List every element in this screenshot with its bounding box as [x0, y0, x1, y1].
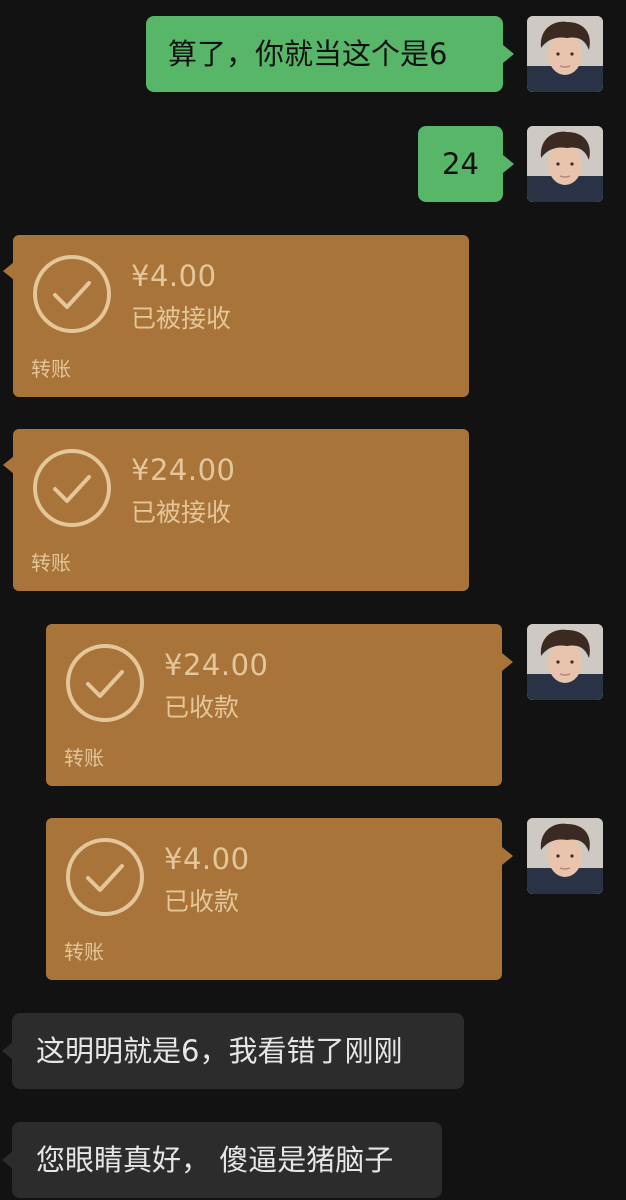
- transfer-amount: ¥4.00: [131, 259, 217, 293]
- transfer-card[interactable]: ¥4.00 已被接收 转账: [13, 235, 469, 397]
- transfer-label: 转账: [31, 357, 71, 381]
- transfer-amount: ¥24.00: [164, 648, 269, 682]
- bubble-tail: [503, 155, 514, 173]
- message-text: 算了，你就当这个是6: [168, 37, 448, 71]
- sent-message-bubble[interactable]: 算了，你就当这个是6: [146, 16, 503, 92]
- check-circle-icon: [66, 644, 144, 722]
- transfer-label: 转账: [64, 746, 104, 770]
- transfer-amount: ¥24.00: [131, 453, 236, 487]
- bubble-tail: [502, 847, 513, 865]
- transfer-status: 已被接收: [131, 304, 232, 333]
- avatar[interactable]: [527, 818, 603, 894]
- avatar[interactable]: [527, 126, 603, 202]
- transfer-row-received: ¥24.00 已被接收 转账: [0, 429, 626, 591]
- avatar[interactable]: [527, 624, 603, 700]
- transfer-card[interactable]: ¥24.00 已被接收 转账: [13, 429, 469, 591]
- message-row-sent: 24: [0, 126, 626, 204]
- avatar-image: [527, 624, 603, 700]
- avatar[interactable]: [527, 16, 603, 92]
- message-text: 24: [442, 147, 479, 181]
- received-message-bubble[interactable]: 您眼睛真好， 傻逼是猪脑子: [12, 1122, 442, 1198]
- bubble-tail: [503, 45, 514, 63]
- chat-window: 算了，你就当这个是6 24 ¥4.00 已被接收 转账 ¥24.00 已被接收 …: [0, 0, 626, 1200]
- transfer-card[interactable]: ¥24.00 已收款 转账: [46, 624, 502, 786]
- transfer-label: 转账: [31, 551, 71, 575]
- check-circle-icon: [66, 838, 144, 916]
- message-row-received: 这明明就是6，我看错了刚刚: [0, 1013, 626, 1091]
- bubble-tail: [502, 653, 513, 671]
- transfer-status: 已被接收: [131, 498, 232, 527]
- transfer-row-sent: ¥4.00 已收款 转账: [0, 818, 626, 980]
- transfer-card[interactable]: ¥4.00 已收款 转账: [46, 818, 502, 980]
- transfer-status: 已收款: [164, 887, 240, 916]
- transfer-status: 已收款: [164, 693, 240, 722]
- transfer-label: 转账: [64, 940, 104, 964]
- transfer-amount: ¥4.00: [164, 842, 250, 876]
- received-message-bubble[interactable]: 这明明就是6，我看错了刚刚: [12, 1013, 464, 1089]
- avatar-image: [527, 126, 603, 202]
- avatar-image: [527, 818, 603, 894]
- check-circle-icon: [33, 255, 111, 333]
- message-row-received: 您眼睛真好， 傻逼是猪脑子: [0, 1122, 626, 1200]
- sent-message-bubble[interactable]: 24: [418, 126, 503, 202]
- check-circle-icon: [33, 449, 111, 527]
- avatar-image: [527, 16, 603, 92]
- message-text: 这明明就是6，我看错了刚刚: [36, 1034, 403, 1068]
- transfer-row-sent: ¥24.00 已收款 转账: [0, 624, 626, 786]
- message-text: 您眼睛真好， 傻逼是猪脑子: [36, 1143, 394, 1177]
- message-row-sent: 算了，你就当这个是6: [0, 16, 626, 94]
- transfer-row-received: ¥4.00 已被接收 转账: [0, 235, 626, 397]
